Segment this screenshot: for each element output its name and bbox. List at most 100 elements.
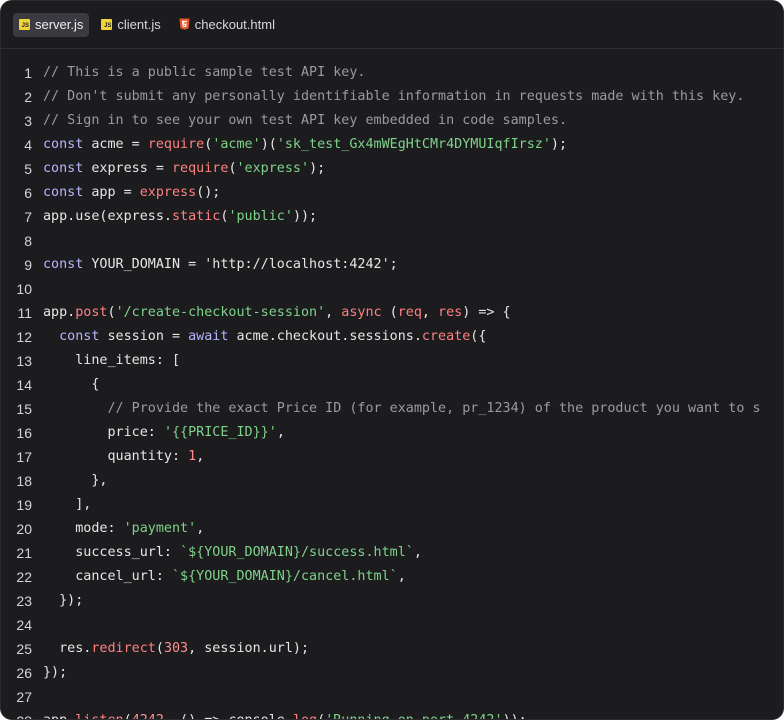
code-token: // Don't submit any personally identifia… [43, 89, 745, 104]
code-token: , [421, 305, 439, 320]
line-number: 19 [16, 497, 32, 513]
code-token: 'Running on port 4242' [325, 713, 502, 719]
code-token: 'acme' [212, 137, 261, 152]
line-number: 21 [16, 545, 32, 561]
code-token: acme = [83, 137, 148, 152]
line-text: app.listen(4242, () => console.log('Runn… [43, 709, 527, 719]
code-line: 12 const session = await acme.checkout.s… [1, 325, 783, 349]
code-token: const [43, 257, 84, 272]
line-number: 1 [24, 65, 32, 81]
code-token: ({ [470, 329, 487, 344]
code-line: 23 }); [1, 589, 783, 613]
code-token: listen [75, 713, 123, 719]
code-token: quantity: [43, 449, 189, 464]
line-number: 12 [16, 329, 32, 345]
code-editor-window: JS server.js JS client.js checkout.html … [0, 0, 784, 720]
tab-checkout-html[interactable]: checkout.html [173, 13, 281, 37]
code-line: 2 // Don't submit any personally identifi… [1, 85, 783, 109]
line-number: 15 [16, 401, 32, 417]
line-text: line_items: [ [43, 349, 180, 373]
tab-label: client.js [117, 17, 161, 32]
code-token: ( [155, 641, 164, 656]
line-number: 18 [16, 473, 32, 489]
line-text: }); [43, 661, 67, 685]
line-text: // This is a public sample test API key. [43, 61, 365, 85]
code-token: // Sign in to see your own test API key … [43, 113, 568, 128]
code-token: `${YOUR_DOMAIN}/success.html` [180, 545, 414, 560]
line-number: 16 [16, 425, 32, 441]
code-line: 20 mode: 'payment', [1, 517, 783, 541]
line-number: 27 [16, 689, 32, 705]
code-line: 7 app.use(express.static('public')); [1, 205, 783, 229]
line-number: 26 [16, 665, 32, 681]
code-token: const [43, 161, 84, 176]
code-token: ); [550, 137, 568, 152]
line-text: const acme = require('acme')('sk_test_Gx… [43, 133, 567, 157]
code-token: static [172, 209, 221, 224]
code-token: ( [124, 713, 132, 719]
code-line: 18 }, [1, 469, 783, 493]
code-token: , [196, 521, 205, 536]
code-token: res. [43, 641, 92, 656]
line-number: 11 [17, 305, 32, 321]
code-token: ( [107, 305, 116, 320]
code-line: 1 // This is a public sample test API key… [1, 61, 783, 85]
line-number: 5 [24, 161, 32, 177]
tab-server-js[interactable]: JS server.js [13, 12, 90, 37]
code-token: redirect [91, 641, 156, 656]
line-number: 24 [16, 617, 32, 633]
code-token: app. [43, 305, 76, 320]
line-text: app.use(express.static('public')); [43, 205, 317, 229]
code-token: ], [43, 497, 92, 512]
code-line: 17 quantity: 1, [1, 445, 783, 469]
code-token: )( [260, 137, 277, 152]
code-token: const [59, 329, 100, 344]
code-token: await [188, 329, 229, 344]
code-line: 11 app.post('/create-checkout-session', a… [1, 301, 783, 325]
tab-client-js[interactable]: JS client.js [95, 13, 166, 37]
code-line: 8 [1, 229, 783, 253]
code-view[interactable]: 1 // This is a public sample test API key… [1, 61, 783, 719]
code-token: , session.url); [188, 641, 310, 656]
code-token: session = [99, 329, 189, 344]
code-token: req [397, 305, 422, 320]
code-token: create [421, 329, 471, 344]
code-token: require [172, 161, 229, 176]
code-token: // Provide the exact Price ID (for examp… [107, 401, 761, 416]
line-text: const YOUR_DOMAIN = 'http://localhost:42… [43, 253, 398, 277]
code-line: 15 // Provide the exact Price ID (for ex… [1, 397, 783, 421]
line-text: // Don't submit any personally identifia… [43, 85, 744, 109]
line-number: 23 [16, 593, 32, 609]
line-text: mode: 'payment', [43, 517, 204, 541]
code-token: '{{PRICE_ID}}' [163, 425, 277, 440]
line-number: 20 [16, 521, 32, 537]
code-token: 'sk_test_Gx4mWEgHtCMr4DYMUIqfIrsz' [276, 137, 551, 152]
line-number: 7 [24, 209, 32, 225]
code-line: 26}); [1, 661, 783, 685]
code-line: 22 cancel_url: `${YOUR_DOMAIN}/cancel.ht… [1, 565, 783, 589]
code-token: (); [196, 185, 221, 200]
line-number: 10 [16, 281, 32, 297]
code-token: const [43, 137, 84, 152]
js-file-icon: JS [101, 19, 113, 30]
line-number: 17 [16, 449, 32, 465]
line-number: 25 [16, 641, 32, 657]
code-line: 24 [1, 613, 783, 637]
code-token: { [43, 377, 100, 392]
code-token: YOUR_DOMAIN = 'http://localhost:4242'; [83, 257, 398, 272]
code-token: , () => console. [164, 713, 293, 719]
line-text: cancel_url: `${YOUR_DOMAIN}/cancel.html`… [43, 565, 406, 589]
line-text: ], [43, 493, 91, 517]
code-token: price: [43, 425, 164, 440]
code-token: , [196, 449, 205, 464]
code-token: , [397, 569, 406, 584]
line-text: const express = require('express'); [43, 157, 325, 181]
code-line: 4 const acme = require('acme')('sk_test_G… [1, 133, 783, 157]
line-number: 22 [16, 569, 32, 585]
line-text: res.redirect(303, session.url); [43, 637, 309, 661]
line-number: 4 [24, 137, 32, 153]
code-token: line_items: [ [43, 353, 181, 368]
code-token: ); [309, 161, 326, 176]
code-token: const [43, 185, 84, 200]
code-token: log [293, 713, 317, 719]
